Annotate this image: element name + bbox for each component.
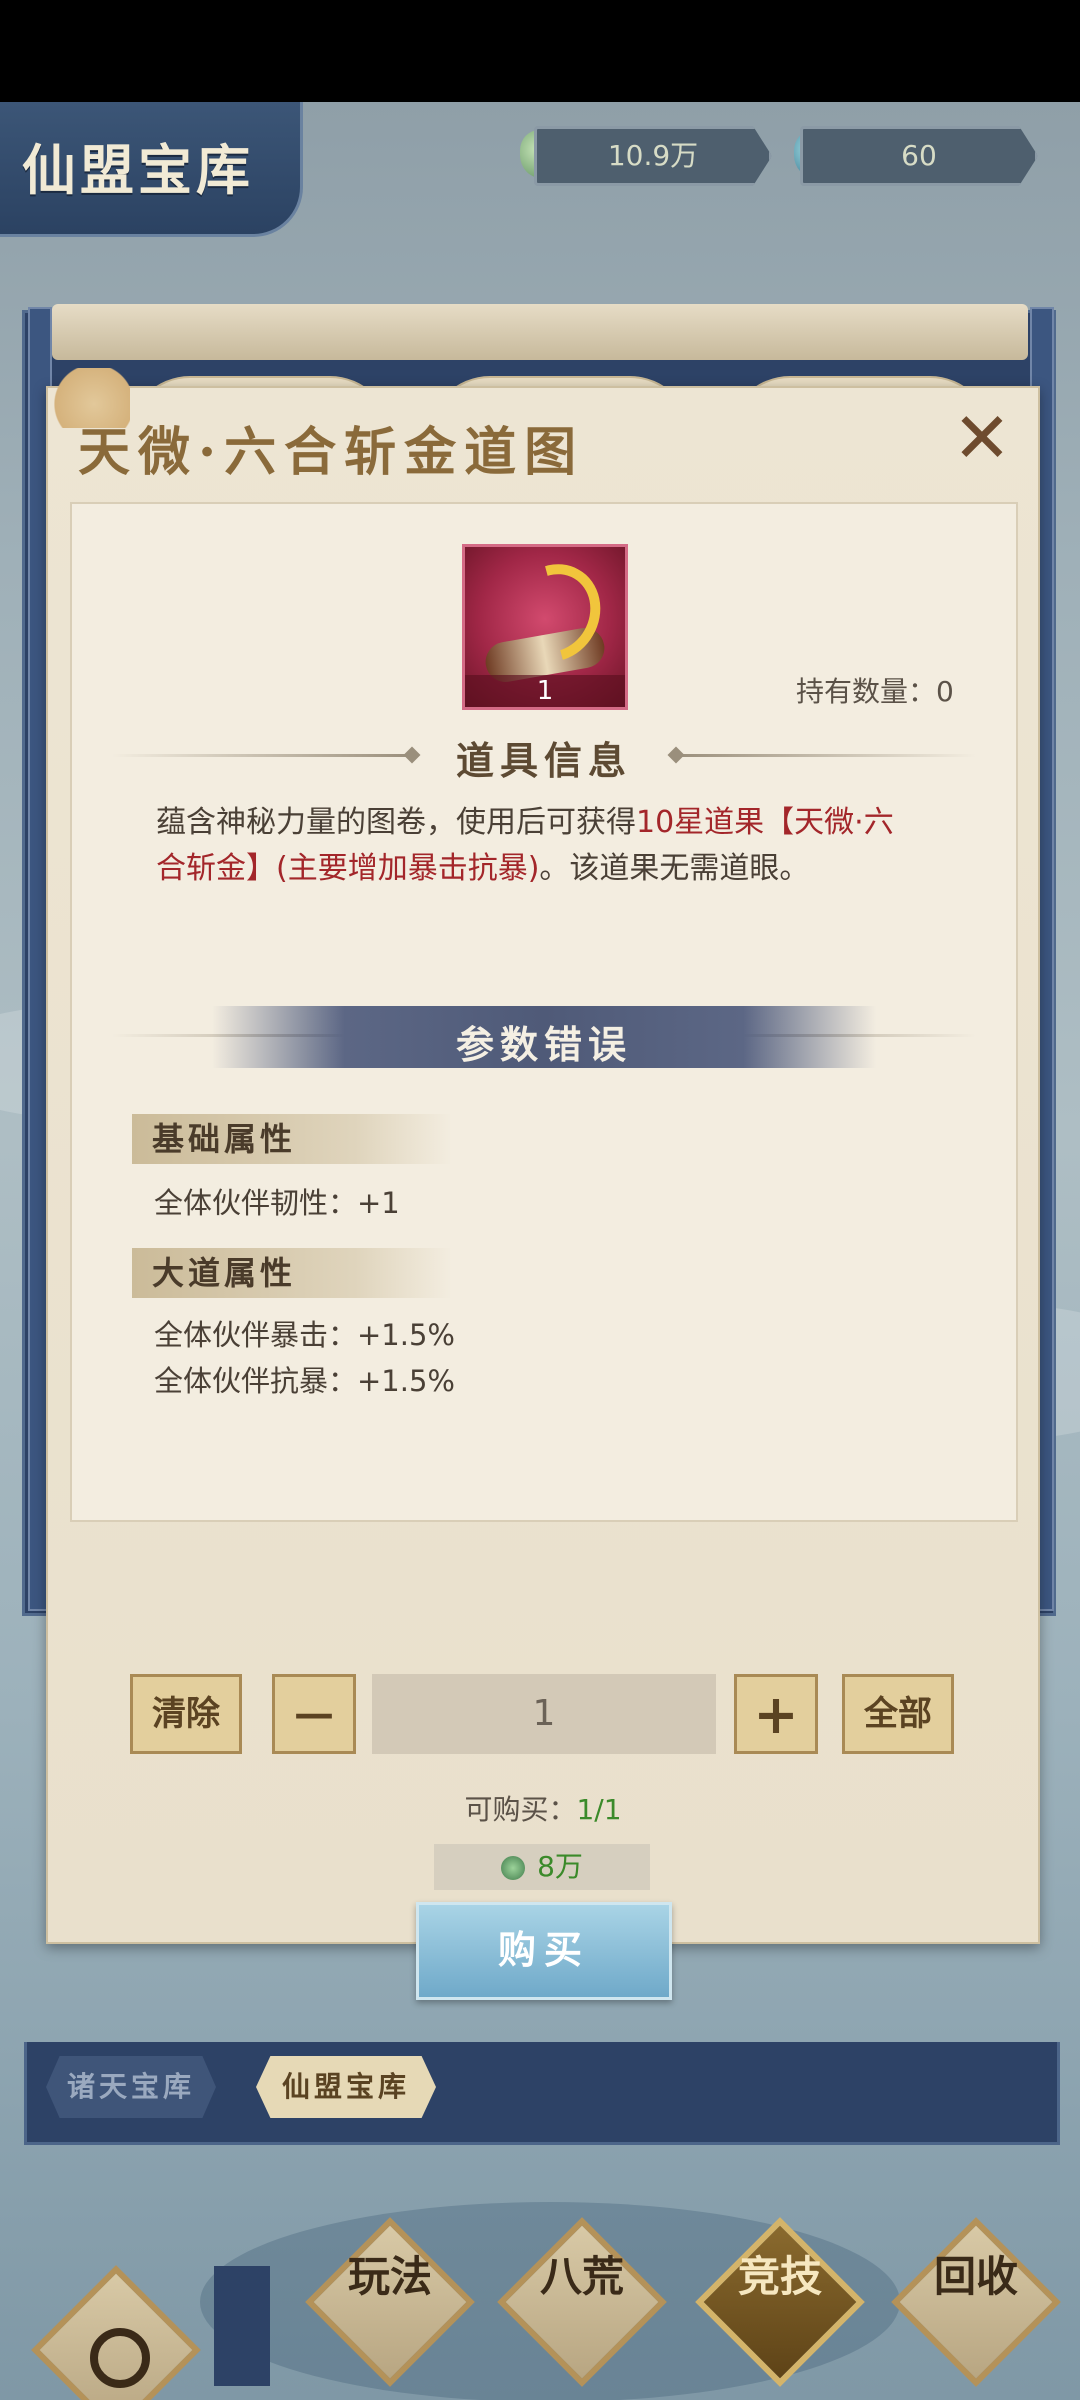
clear-button[interactable]: 清除 (130, 1674, 242, 1754)
basic-attr-title: 基础属性 (132, 1114, 452, 1164)
plus-button[interactable]: + (734, 1674, 818, 1754)
jade-coin-icon (501, 1856, 526, 1880)
basic-attr-line: 全体伙伴韧性：+1 (154, 1186, 400, 1220)
section-header-info: 道具信息 (72, 726, 1016, 786)
item-info-panel: 1 持有数量：0 道具信息 蕴含神秘力量的图卷，使用后可获得10星道果【天微·六… (70, 502, 1018, 1522)
desc-text: 蕴含神秘力量的图卷，使用后可获得 (156, 805, 636, 840)
tab-zhutian-treasury[interactable]: 诸天宝库 (46, 2056, 216, 2118)
buy-limit-label: 可购买： (464, 1793, 577, 1826)
nav-recycle-button[interactable] (891, 2217, 1061, 2387)
price-value: 8万 (537, 1850, 583, 1883)
section-title-error: 参数错误 (455, 1022, 632, 1067)
buy-limit-value: 1/1 (576, 1793, 622, 1826)
item-description: 蕴含神秘力量的图卷，使用后可获得10星道果【天微·六合斩金】(主要增加暴击抗暴)… (156, 800, 916, 892)
dao-attr-line-crit: 全体伙伴暴击：+1.5% (154, 1318, 455, 1352)
buy-limit: 可购买：1/1 (48, 1788, 1038, 1828)
currency-jade: 10.9万 (534, 126, 772, 186)
quantity-field[interactable]: 1 (372, 1674, 716, 1754)
dao-attr-title: 大道属性 (132, 1248, 452, 1298)
scroll-roller (52, 304, 1028, 360)
hold-count: 持有数量：0 (796, 675, 954, 708)
item-count: 1 (465, 675, 625, 707)
nav-arena-label: 竞技 (737, 2252, 822, 2301)
page-title: 仙盟宝库 (22, 138, 254, 202)
minus-button[interactable]: — (272, 1674, 356, 1754)
nav-gameplay-label: 玩法 (347, 2252, 432, 2301)
tab-xianmeng-treasury[interactable]: 仙盟宝库 (256, 2056, 436, 2118)
all-button[interactable]: 全部 (842, 1674, 954, 1754)
nav-separator (214, 2266, 270, 2386)
nav-bahuang-label: 八荒 (539, 2252, 624, 2301)
section-title-info: 道具信息 (455, 738, 632, 783)
item-detail-dialog: 天微·六合斩金道图 ✕ 1 持有数量：0 道具信息 蕴含神秘力量的图卷，使用后可… (40, 368, 1040, 2000)
section-header-error: 参数错误 (72, 1006, 1016, 1068)
dao-attr-line-anticrit: 全体伙伴抗暴：+1.5% (154, 1364, 455, 1398)
buy-button[interactable]: 购买 (416, 1902, 672, 2000)
item-icon: 1 (462, 544, 628, 710)
dialog-title: 天微·六合斩金道图 (78, 422, 585, 483)
title-banner: 仙盟宝库 (0, 102, 303, 237)
nav-recycle-label: 回收 (933, 2252, 1018, 2301)
desc-text-end: 。该道果无需道眼。 (539, 851, 810, 886)
currency-crystal: 60 (800, 126, 1038, 186)
swirl-icon (90, 2328, 150, 2388)
close-button[interactable]: ✕ (952, 403, 1012, 473)
price-box: 8万 (434, 1844, 650, 1890)
